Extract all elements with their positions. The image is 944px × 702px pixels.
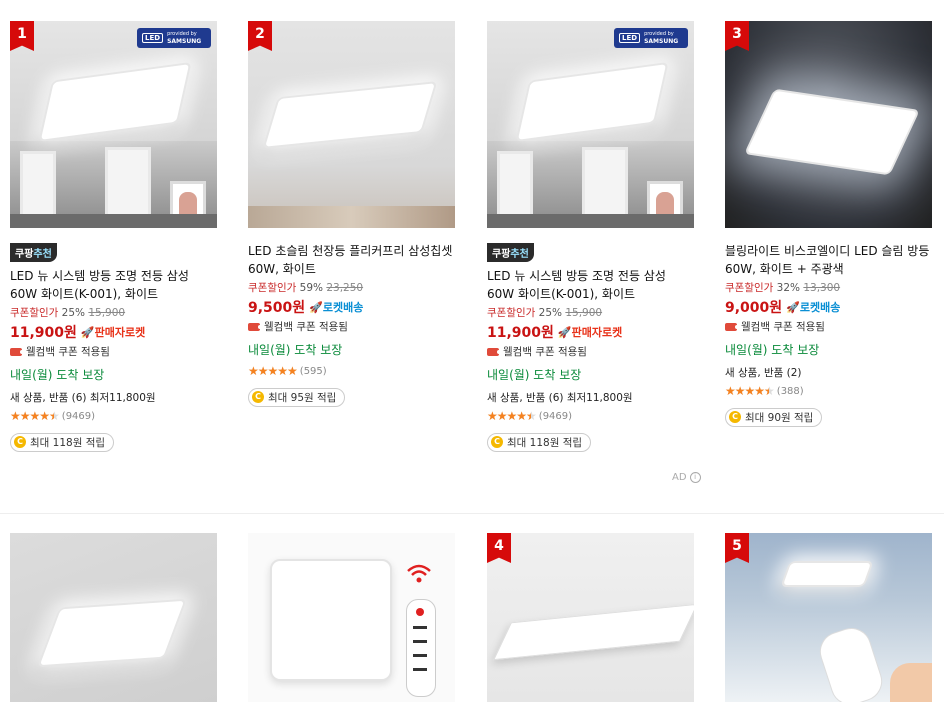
coin-icon: C [729,411,741,423]
led-label: LED [142,33,164,43]
coupon-icon [487,348,501,356]
coupon-applied: 웰컴백 쿠폰 적용됨 [725,319,932,335]
coupon-icon [10,348,24,356]
points-badge: C 최대 118원 적립 [10,432,115,452]
rating: ★★★★★★★★★★ (388) [725,385,932,397]
coin-icon: C [14,436,26,448]
rating: ★★★★★★★★★★ (9469) [487,410,694,422]
product-title[interactable]: 블링라이트 비스코엘이디 LED 슬림 방등 60W, 화이트 + 주광색 [725,242,932,278]
review-count: (9469) [61,410,96,422]
seller-rocket-badge: 🚀판매자로켓 [557,326,623,339]
arrival-guarantee: 내일(월) 도착 보장 [487,368,582,382]
review-count: (595) [299,365,327,377]
product-image[interactable] [248,533,455,702]
points-badge: C 최대 95원 적립 [248,387,346,407]
product-image[interactable]: 1 LED provided by SAMSUNG [10,21,217,228]
samsung-brand: SAMSUNG [167,38,202,45]
rank-badge: 5 [725,533,749,563]
led-label: LED [619,33,641,43]
sale-price: 11,900원 [10,325,77,341]
ad-label[interactable]: AD i [672,472,701,483]
arrival-guarantee: 내일(월) 도착 보장 [248,343,343,357]
product-title[interactable]: LED 초슬림 천장등 플리커프리 삼성칩셋 60W, 화이트 [248,242,455,278]
discount-row: 쿠폰할인가 59% 23,250 [248,282,364,294]
product-title[interactable]: LED 뉴 시스템 방등 조명 전등 삼성 60W 화이트(K-001), 화이… [487,267,694,303]
row-divider [0,513,944,514]
coupon-icon [725,323,739,331]
discount-row: 쿠폰할인가 32% 13,300 [725,282,841,294]
rating: ★★★★★ ★★★★★ (595) [248,365,455,377]
points-badge: C 최대 90원 적립 [725,407,823,427]
review-count: (388) [776,385,804,397]
coupang-pick-badge: 쿠팡추천 [10,243,57,262]
wifi-icon [406,561,432,587]
coupon-applied: 웰컴백 쿠폰 적용됨 [10,344,217,360]
product-card[interactable] [248,533,455,702]
sale-price: 9,500원 [248,300,306,316]
coin-icon: C [491,436,503,448]
coupang-pick-badge: 쿠팡추천 [487,243,534,262]
product-grid: 1 LED provided by SAMSUNG 쿠팡추천 LED 뉴 시스템 … [0,0,944,702]
discount-row: 쿠폰할인가 25% 15,900 [487,307,603,319]
product-title[interactable]: LED 뉴 시스템 방등 조명 전등 삼성 60W 화이트(K-001), 화이… [10,267,217,303]
rocket-delivery-badge: 🚀로켓배송 [309,301,364,314]
rocket-delivery-badge: 🚀로켓배송 [786,301,841,314]
other-offers[interactable]: 새 상품, 반품 (6) 최저11,800원 [487,390,694,405]
points-badge: C 최대 118원 적립 [487,432,592,452]
samsung-brand: SAMSUNG [644,38,679,45]
sale-price: 9,000원 [725,300,783,316]
product-card[interactable]: 4 [487,533,694,702]
product-image[interactable]: 2 [248,21,455,228]
product-card[interactable]: LED provided by SAMSUNG 쿠팡추천 LED 뉴 시스템 방등… [487,21,694,452]
rank-badge: 3 [725,21,749,51]
product-image[interactable]: LED provided by SAMSUNG [487,21,694,228]
coupon-icon [248,323,262,331]
discount-row: 쿠폰할인가 25% 15,900 [10,307,126,319]
product-image[interactable]: 3 [725,21,932,228]
product-card[interactable]: 1 LED provided by SAMSUNG 쿠팡추천 LED 뉴 시스템 … [10,21,217,452]
product-image[interactable] [10,533,217,702]
other-offers[interactable]: 새 상품, 반품 (6) 최저11,800원 [10,390,217,405]
star-icon: ★★★★★★★★★★ [487,409,537,423]
review-count: (9469) [538,410,573,422]
product-image[interactable]: 5 [725,533,932,702]
coin-icon: C [252,391,264,403]
samsung-led-badge: LED provided by SAMSUNG [137,28,211,48]
rank-badge: 2 [248,21,272,51]
arrival-guarantee: 내일(월) 도착 보장 [10,368,105,382]
provided-by-label: provided by [167,31,197,37]
coupon-applied: 웰컴백 쿠폰 적용됨 [248,319,455,335]
product-card[interactable]: 5 [725,533,932,702]
provided-by-label: provided by [644,31,674,37]
coupon-applied: 웰컴백 쿠폰 적용됨 [487,344,694,360]
star-icon: ★★★★★★★★★★ [248,364,298,378]
product-card[interactable]: 3 블링라이트 비스코엘이디 LED 슬림 방등 60W, 화이트 + 주광색 … [725,21,932,427]
product-card[interactable] [10,533,217,702]
rating: ★★★★★★★★★★ (9469) [10,410,217,422]
samsung-led-badge: LED provided by SAMSUNG [614,28,688,48]
star-icon: ★★★★★★★★★★ [10,409,60,423]
arrival-guarantee: 내일(월) 도착 보장 [725,343,820,357]
info-icon[interactable]: i [689,472,701,483]
sale-price: 11,900원 [487,325,554,341]
remote-control [406,599,436,697]
seller-rocket-badge: 🚀판매자로켓 [80,326,146,339]
product-image[interactable]: 4 [487,533,694,702]
rank-badge: 4 [487,533,511,563]
product-card[interactable]: 2 LED 초슬림 천장등 플리커프리 삼성칩셋 60W, 화이트 쿠폰할인가 … [248,21,455,407]
other-offers[interactable]: 새 상품, 반품 (2) [725,365,932,380]
star-icon: ★★★★★★★★★★ [725,384,775,398]
